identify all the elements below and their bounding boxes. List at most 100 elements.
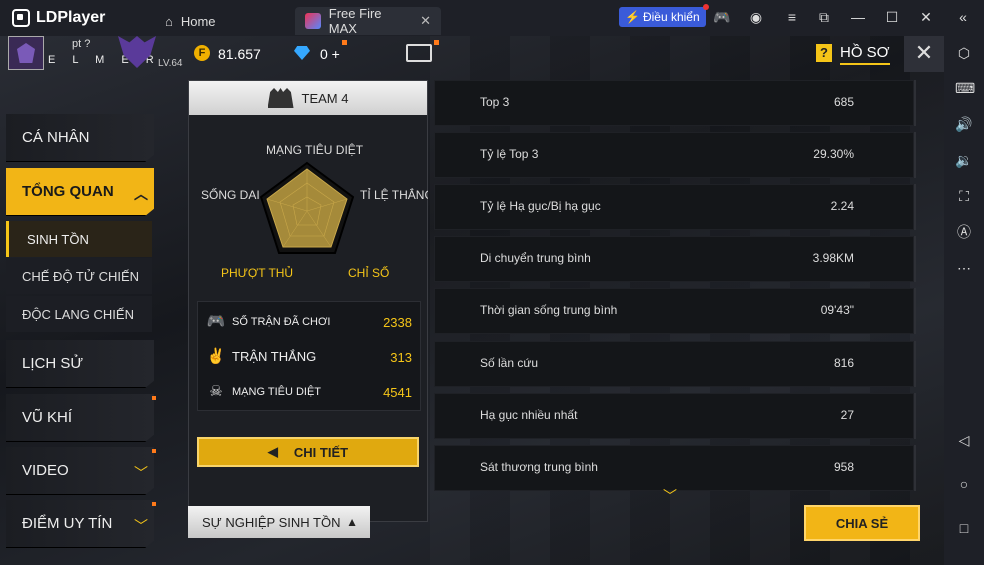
row-value: 816	[833, 356, 854, 370]
sync-icon[interactable]: Ⓐ	[955, 223, 973, 241]
close-profile-button[interactable]: ✕	[904, 36, 944, 72]
tab-game-label: Free Fire MAX	[328, 6, 382, 36]
home-button-icon[interactable]: ○	[955, 475, 973, 493]
chevron-up-icon: ︿	[134, 186, 148, 202]
menu-label: ĐIỂM UY TÍN	[22, 515, 113, 532]
row-label: Tỷ lệ Top 3	[480, 147, 539, 161]
account-icon[interactable]: ◉	[748, 9, 764, 25]
lightning-icon: ⚡	[625, 10, 640, 24]
menu-item-reputation[interactable]: ĐIỂM UY TÍN ﹀	[6, 500, 154, 548]
recents-icon[interactable]: □	[955, 519, 973, 537]
chevron-down-icon: ﹀	[134, 465, 148, 481]
screenshot-icon[interactable]: ⛶	[955, 187, 973, 205]
team-panel: TEAM 4 MẠNG TIÊU DIỆT SỐNG DAI TỈ LỆ THẮ…	[188, 80, 428, 522]
row-label: Thời gian sống trung bình	[480, 303, 618, 317]
notification-dot	[434, 40, 439, 45]
emulator-sidebar: ⬡ ⌨ 🔊 🔉 ⛶ Ⓐ ⋯ ◁ ○ □	[944, 36, 984, 565]
row-label: Số lần cứu	[480, 356, 539, 370]
player-level: LV.64	[158, 58, 183, 69]
stat-detail-row: Thời gian sống trung bình 09'43"	[434, 288, 916, 334]
stat-row: 🎮 SỐ TRẬN ĐÃ CHƠI 2338	[206, 312, 412, 332]
radar-chart	[259, 161, 355, 254]
row-value: 2.24	[830, 199, 854, 213]
brand-label: LDPlayer	[36, 9, 106, 26]
maximize-icon[interactable]: ☐	[884, 9, 900, 25]
career-mode-dropdown[interactable]: SỰ NGHIỆP SINH TỒN ▲	[188, 506, 370, 538]
submenu-item-lone-wolf[interactable]: ĐỘC LANG CHIẾN	[6, 296, 152, 332]
menu-item-history[interactable]: LỊCH SỬ	[6, 340, 154, 388]
more-icon[interactable]: ⋯	[955, 259, 973, 277]
row-value: 09'43"	[820, 303, 854, 317]
avatar[interactable]	[8, 36, 44, 70]
detail-button[interactable]: ◀ CHI TIẾT	[197, 437, 419, 467]
close-tab-icon[interactable]: ✕	[420, 13, 431, 29]
stat-label: MẠNG TIÊU DIỆT	[232, 386, 322, 398]
emulator-titlebar: LDPlayer ⌂ Home Free Fire MAX ✕	[0, 0, 984, 36]
close-window-icon[interactable]: ✕	[918, 9, 934, 25]
row-value: 3.98KM	[812, 251, 854, 265]
row-value: 27	[840, 408, 854, 422]
ldplayer-logo-icon	[12, 9, 30, 27]
arrow-left-icon: ◀	[267, 444, 278, 459]
menu-item-overview[interactable]: TỔNG QUAN ︿	[6, 168, 154, 216]
player-tag: pt ?	[72, 38, 91, 50]
stat-detail-row: Top 3 685	[434, 80, 916, 126]
row-label: Hạ gục nhiều nhất	[480, 408, 578, 422]
detail-label: CHI TIẾT	[293, 444, 349, 460]
diamond-amount[interactable]: 0 +	[320, 46, 340, 62]
notification-dot	[152, 502, 156, 506]
menu-label: TỔNG QUAN	[22, 183, 114, 200]
volume-down-icon[interactable]: 🔉	[955, 151, 973, 169]
gamepad-icon: 🎮	[206, 313, 226, 330]
back-icon[interactable]: ◁	[955, 431, 973, 449]
notification-dot	[702, 4, 709, 10]
stat-row: ✌ TRẬN THẮNG 313	[206, 347, 412, 367]
radar-label-rusher: PHƯỢT THỦ	[221, 266, 294, 280]
minimize-icon[interactable]: —	[850, 9, 866, 25]
help-icon[interactable]: ?	[816, 44, 832, 62]
keyboard-icon[interactable]: ⌨	[955, 79, 975, 97]
tab-free-fire[interactable]: Free Fire MAX ✕	[295, 6, 441, 36]
submenu-label: CHẾ ĐỘ TỬ CHIẾN	[22, 268, 140, 284]
gamepad-icon[interactable]: 🎮	[713, 9, 730, 25]
team-stats: 🎮 SỐ TRẬN ĐÃ CHƠI 2338 ✌ TRẬN THẮNG 313 …	[197, 301, 421, 411]
share-button[interactable]: CHIA SẺ	[804, 505, 920, 541]
row-label: Sát thương trung bình	[480, 460, 598, 474]
triangle-up-icon: ▲	[346, 515, 358, 529]
menu-item-personal[interactable]: CÁ NHÂN	[6, 114, 154, 162]
stat-value: 2338	[383, 314, 412, 330]
popout-icon[interactable]: ⧉	[816, 9, 832, 25]
diamond-icon	[294, 46, 310, 60]
stat-detail-row: Sát thương trung bình 958	[434, 445, 916, 491]
control-button[interactable]: ⚡ Điều khiển	[619, 4, 709, 27]
ldplayer-brand: LDPlayer	[0, 9, 155, 27]
row-label: Top 3	[480, 95, 510, 109]
gold-coin-icon: F	[194, 45, 210, 61]
row-value: 685	[833, 95, 854, 109]
menu-label: VIDEO	[22, 462, 69, 479]
squad-icon	[267, 88, 294, 108]
gold-amount: 81.657	[218, 46, 261, 62]
membership-card-icon[interactable]	[406, 44, 432, 62]
volume-up-icon[interactable]: 🔊	[955, 115, 973, 133]
submenu-item-deathmatch[interactable]: CHẾ ĐỘ TỬ CHIẾN	[6, 258, 152, 294]
row-value: 29.30%	[813, 147, 854, 161]
scroll-more-chevron-icon[interactable]: ﹀	[663, 486, 677, 506]
stat-detail-row: Số lần cứu 816	[434, 341, 916, 387]
game-screen: pt ? E L M E R LV.64 F 81.657 0 + ? HỒ S…	[0, 36, 944, 565]
menu-item-video[interactable]: VIDEO ﹀	[6, 447, 154, 495]
row-label: Di chuyển trung bình	[480, 251, 591, 265]
notification-dot	[342, 40, 347, 45]
free-fire-app-icon	[305, 13, 321, 29]
menu-label: CÁ NHÂN	[22, 129, 90, 146]
home-icon: ⌂	[165, 13, 173, 29]
tab-home[interactable]: ⌂ Home	[155, 7, 295, 35]
stat-detail-row: Di chuyển trung bình 3.98KM	[434, 236, 916, 282]
menu-item-weapons[interactable]: VŨ KHÍ	[6, 394, 154, 442]
stat-detail-row: Tỷ lệ Hạ gục/Bị hạ gục 2.24	[434, 184, 916, 230]
submenu-item-survival[interactable]: SINH TỒN	[6, 221, 152, 257]
row-label: Tỷ lệ Hạ gục/Bị hạ gục	[480, 199, 601, 213]
settings-icon[interactable]: ⬡	[955, 44, 973, 62]
menu-icon[interactable]: ≡	[784, 9, 800, 25]
collapse-sidebar-icon[interactable]: «	[955, 9, 971, 25]
